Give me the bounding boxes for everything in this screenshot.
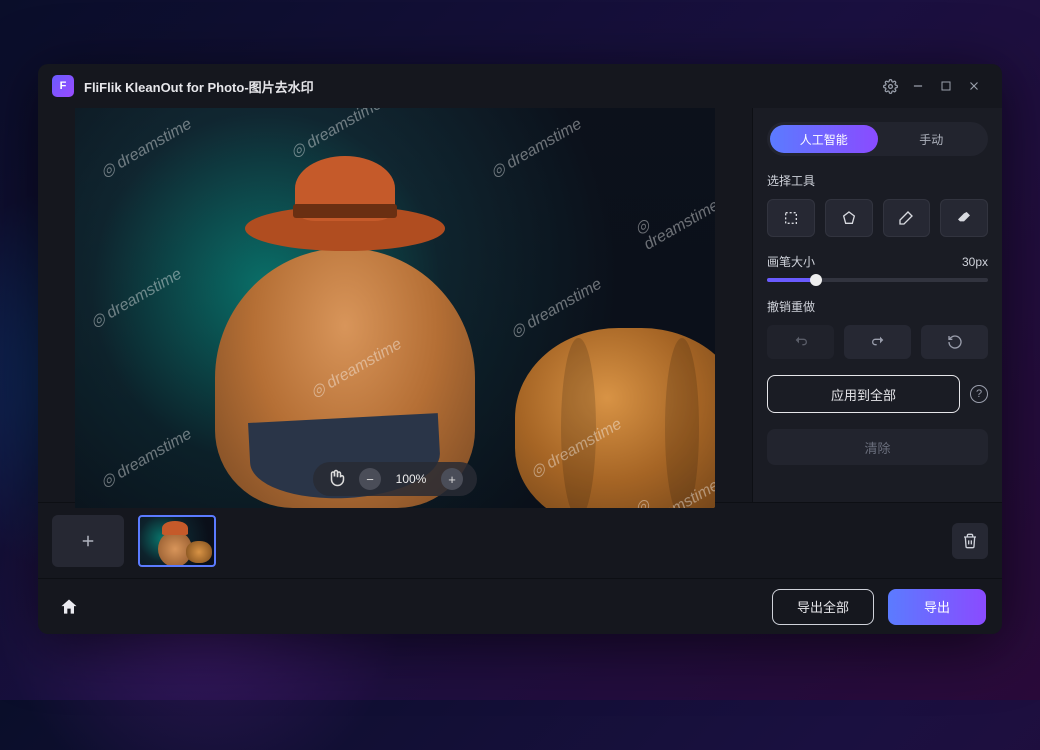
undo-button[interactable]: [767, 325, 834, 359]
thumbnail-bar: [38, 502, 1002, 578]
tools-label: 选择工具: [767, 172, 988, 189]
maximize-icon: [940, 80, 952, 92]
marquee-icon: [783, 210, 799, 226]
pan-hand-button[interactable]: [327, 469, 347, 489]
close-button[interactable]: [960, 72, 988, 100]
image-subject-pumpkin: [515, 328, 715, 508]
tool-marquee[interactable]: [767, 199, 815, 237]
watermark: dreamstime: [631, 180, 715, 255]
zoom-in-button[interactable]: +: [441, 468, 463, 490]
reset-icon: [947, 334, 963, 350]
canvas-pane: dreamstime dreamstime dreamstime dreamst…: [38, 108, 752, 502]
zoom-out-button[interactable]: −: [359, 468, 381, 490]
apply-all-button[interactable]: 应用到全部: [767, 375, 960, 413]
undo-icon: [793, 334, 809, 350]
tab-manual[interactable]: 手动: [878, 125, 986, 153]
tab-ai[interactable]: 人工智能: [770, 125, 878, 153]
app-window: F FliFlik KleanOut for Photo-图片去水印: [38, 64, 1002, 634]
brush-icon: [898, 210, 914, 226]
minimize-button[interactable]: [904, 72, 932, 100]
side-panel: 人工智能 手动 选择工具: [752, 108, 1002, 502]
redo-icon: [870, 334, 886, 350]
maximize-button[interactable]: [932, 72, 960, 100]
home-button[interactable]: [54, 592, 84, 622]
brush-size-value: 30px: [962, 255, 988, 269]
minimize-icon: [911, 79, 925, 93]
tool-eraser[interactable]: [940, 199, 988, 237]
watermark: dreamstime: [287, 108, 385, 162]
undo-redo-label: 撤销重做: [767, 298, 988, 315]
settings-button[interactable]: [876, 72, 904, 100]
brush-size-label: 画笔大小: [767, 253, 815, 270]
export-all-button[interactable]: 导出全部: [772, 589, 874, 625]
reset-button[interactable]: [921, 325, 988, 359]
zoom-toolbar: − 100% +: [313, 462, 477, 496]
image-subject-hat: [245, 156, 445, 251]
watermark: dreamstime: [87, 264, 185, 332]
zoom-value: 100%: [393, 472, 429, 486]
watermark: dreamstime: [97, 424, 195, 492]
tool-brush[interactable]: [883, 199, 931, 237]
plus-icon: [79, 532, 97, 550]
home-icon: [59, 597, 79, 617]
add-image-button[interactable]: [52, 515, 124, 567]
watermark: dreamstime: [97, 114, 195, 182]
lasso-icon: [841, 210, 857, 226]
app-title: FliFlik KleanOut for Photo-图片去水印: [84, 77, 314, 96]
help-button[interactable]: ?: [970, 385, 988, 403]
close-icon: [967, 79, 981, 93]
titlebar: F FliFlik KleanOut for Photo-图片去水印: [38, 64, 1002, 108]
app-icon: F: [52, 75, 74, 97]
tool-lasso[interactable]: [825, 199, 873, 237]
canvas-image[interactable]: dreamstime dreamstime dreamstime dreamst…: [75, 108, 715, 508]
gear-icon: [883, 79, 898, 94]
eraser-icon: [956, 210, 972, 226]
hand-icon: [327, 469, 345, 487]
redo-button[interactable]: [844, 325, 911, 359]
watermark: dreamstime: [487, 114, 585, 182]
brush-size-slider[interactable]: [767, 278, 988, 282]
clear-button[interactable]: 清除: [767, 429, 988, 465]
slider-thumb[interactable]: [810, 274, 822, 286]
export-button[interactable]: 导出: [888, 589, 986, 625]
mode-tabs: 人工智能 手动: [767, 122, 988, 156]
delete-button[interactable]: [952, 523, 988, 559]
thumbnail-selected[interactable]: [138, 515, 216, 567]
footer: 导出全部 导出: [38, 578, 1002, 634]
trash-icon: [962, 533, 978, 549]
